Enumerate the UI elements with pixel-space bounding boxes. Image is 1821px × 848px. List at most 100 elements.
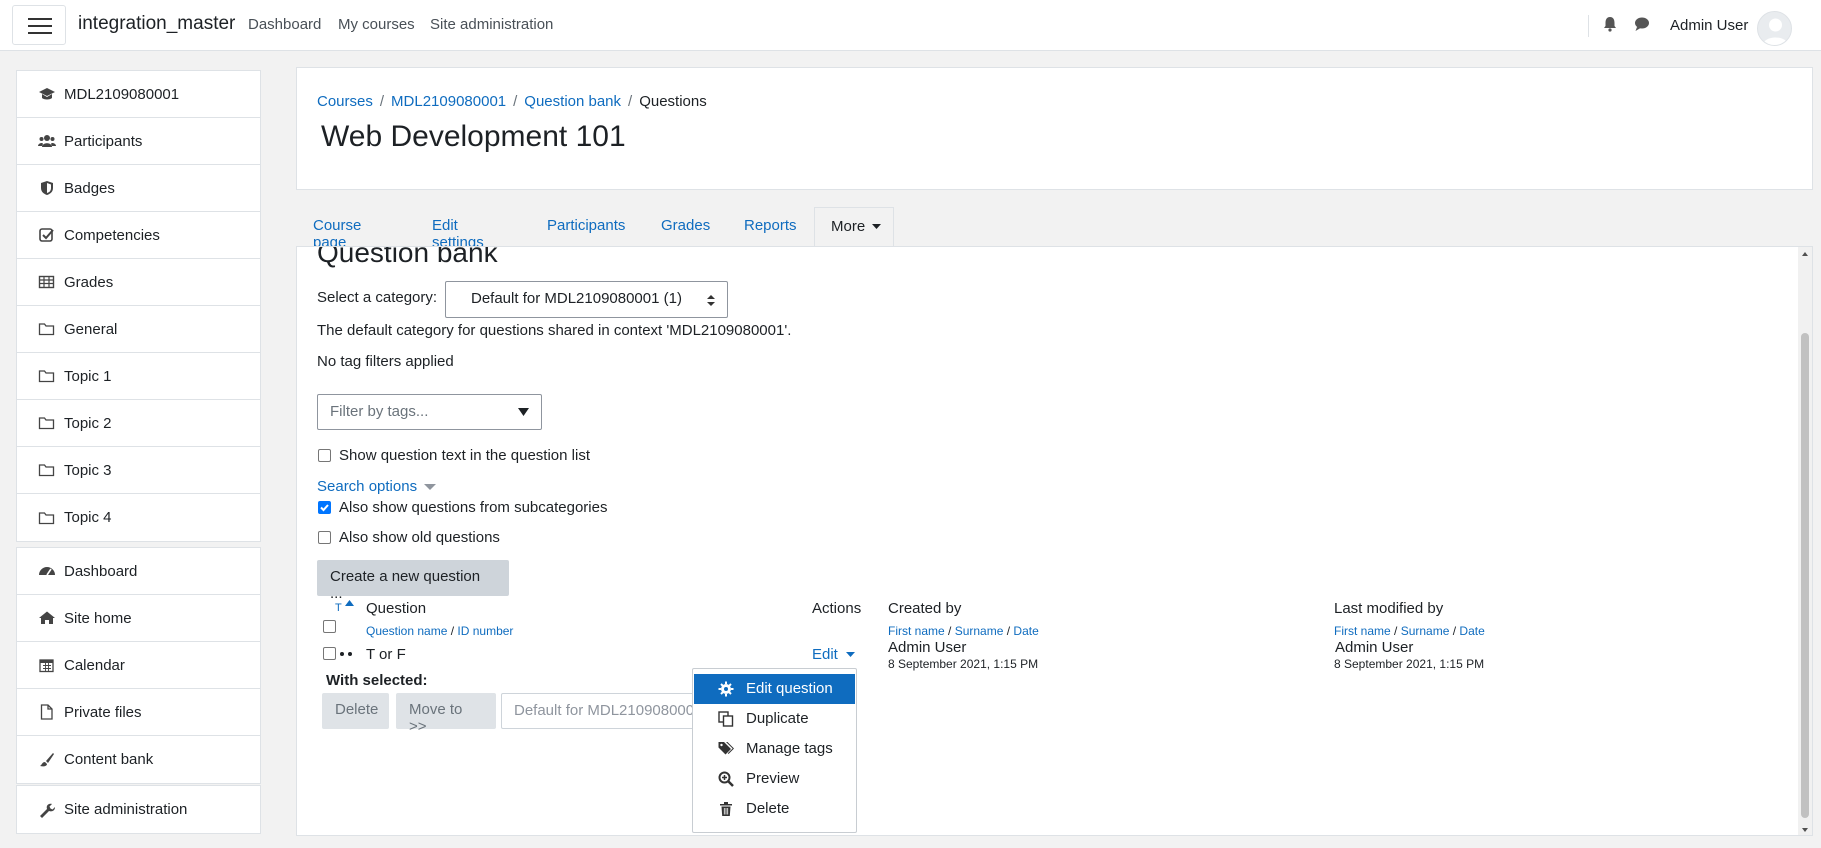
bulk-move-button[interactable]: Move to >>	[396, 693, 496, 735]
category-select-label: Select a category:	[317, 289, 438, 306]
scroll-down-icon[interactable]	[1798, 825, 1812, 835]
nav-link-dashboard[interactable]: Dashboard	[248, 16, 321, 33]
navbar-divider	[1588, 15, 1589, 37]
menu-item-preview[interactable]: Preview	[694, 764, 855, 794]
course-index-drawer: MDL2109080001 Participants Badges Compet…	[0, 51, 281, 848]
sidebar-item-label: Topic 4	[64, 509, 112, 526]
sort-id-number[interactable]: ID number	[457, 624, 513, 638]
sidebar-item-label: Site home	[64, 609, 132, 627]
scroll-up-icon[interactable]	[1798, 249, 1812, 259]
sidebar-admin-nav: Site administration	[16, 785, 261, 834]
subcategories-label: Also show questions from subcategories	[339, 499, 608, 516]
question-name: T or F	[366, 646, 406, 663]
menu-item-edit-question[interactable]: Edit question	[694, 674, 855, 704]
menu-item-manage-tags[interactable]: Manage tags	[694, 734, 855, 764]
folder-icon	[38, 511, 55, 524]
show-question-text-checkbox[interactable]	[318, 449, 331, 462]
triangle-down-icon[interactable]	[518, 408, 529, 416]
sidebar-item-private-files[interactable]: Private files	[17, 689, 260, 736]
breadcrumb-course[interactable]: MDL2109080001	[391, 93, 506, 110]
sidebar-item-calendar[interactable]: Calendar	[17, 642, 260, 689]
menu-toggle-button[interactable]	[12, 5, 66, 45]
graduation-cap-icon	[39, 88, 55, 100]
category-select[interactable]: Default for MDL2109080001 (1)	[445, 281, 728, 318]
row-select-checkbox[interactable]	[323, 647, 336, 660]
folder-icon	[38, 323, 55, 336]
sort-date[interactable]: Date	[1013, 624, 1038, 638]
search-options-toggle[interactable]: Search options	[317, 478, 437, 495]
sort-separator: /	[1449, 624, 1460, 638]
site-brand[interactable]: integration_master	[78, 13, 235, 35]
select-all-checkbox[interactable]	[323, 620, 336, 633]
edit-menu-label: Edit	[812, 646, 838, 663]
search-options-label: Search options	[317, 478, 418, 495]
sort-first-name[interactable]: First name	[888, 624, 945, 638]
sidebar-item-topic-3[interactable]: Topic 3	[17, 447, 260, 494]
caret-down-icon	[872, 224, 882, 230]
sort-surname[interactable]: Surname	[1401, 624, 1450, 638]
sidebar-item-topic-1[interactable]: Topic 1	[17, 353, 260, 400]
sidebar-item-competencies[interactable]: Competencies	[17, 212, 260, 259]
user-menu-name[interactable]: Admin User	[1670, 17, 1748, 34]
edit-menu-toggle[interactable]: Edit	[812, 646, 856, 663]
show-question-text-label: Show question text in the question list	[339, 447, 590, 464]
sort-question-name[interactable]: Question name	[366, 624, 447, 638]
breadcrumb-question-bank[interactable]: Question bank	[524, 93, 621, 110]
nav-link-site-administration[interactable]: Site administration	[430, 16, 553, 33]
category-select-value: Default for MDL2109080001 (1)	[471, 290, 682, 307]
bulk-delete-button[interactable]: Delete	[322, 693, 389, 729]
trash-icon	[720, 802, 732, 816]
sidebar-item-grades[interactable]: Grades	[17, 259, 260, 306]
check-square-icon	[39, 228, 54, 242]
sidebar-item-content-bank[interactable]: Content bank	[17, 736, 260, 783]
move-target-select[interactable]: Default for MDL2109080001 (1)	[501, 693, 716, 729]
menu-item-delete[interactable]: Delete	[694, 794, 855, 824]
question-action-menu: Edit question Duplicate Manage tags Prev…	[692, 668, 857, 833]
sidebar-item-dashboard[interactable]: Dashboard	[17, 548, 260, 595]
sort-separator: /	[944, 624, 955, 638]
scrollbar-thumb[interactable]	[1801, 333, 1809, 818]
menu-item-duplicate[interactable]: Duplicate	[694, 704, 855, 734]
nav-link-my-courses[interactable]: My courses	[338, 16, 415, 33]
sidebar-item-general[interactable]: General	[17, 306, 260, 353]
sidebar-item-badges[interactable]: Badges	[17, 165, 260, 212]
folder-icon	[38, 417, 55, 430]
sort-first-name[interactable]: First name	[1334, 624, 1391, 638]
shield-icon	[41, 181, 53, 195]
sidebar-item-label: Competencies	[64, 226, 160, 244]
sidebar-item-site-home[interactable]: Site home	[17, 595, 260, 642]
sidebar-course-nav: MDL2109080001 Participants Badges Compet…	[16, 70, 261, 542]
sidebar-item-site-administration[interactable]: Site administration	[17, 786, 260, 833]
create-question-button[interactable]: Create a new question ...	[317, 560, 509, 602]
content-scrollbar[interactable]	[1798, 247, 1812, 835]
checkmark-icon	[320, 504, 329, 512]
gear-icon	[718, 681, 734, 697]
tab-grades[interactable]: Grades	[661, 217, 710, 234]
sort-asc-icon	[345, 600, 354, 606]
sidebar-item-course[interactable]: MDL2109080001	[17, 71, 260, 118]
old-questions-checkbox[interactable]	[318, 531, 331, 544]
sidebar-item-topic-2[interactable]: Topic 2	[17, 400, 260, 447]
sort-date[interactable]: Date	[1459, 624, 1484, 638]
caret-down-icon	[846, 652, 856, 658]
wrench-icon	[40, 803, 55, 818]
tab-more[interactable]: More	[814, 207, 894, 247]
sidebar-item-label: Site administration	[64, 801, 188, 818]
bell-icon[interactable]	[1600, 14, 1620, 34]
menu-item-label: Manage tags	[746, 740, 833, 757]
tab-reports[interactable]: Reports	[744, 217, 797, 234]
type-sort-link[interactable]: T	[335, 600, 354, 614]
tag-filter-input[interactable]: Filter by tags...	[317, 394, 542, 430]
sort-surname[interactable]: Surname	[955, 624, 1004, 638]
avatar[interactable]	[1757, 11, 1792, 46]
tab-participants[interactable]: Participants	[547, 217, 625, 234]
chat-icon[interactable]	[1632, 14, 1652, 34]
sidebar-item-label: Content bank	[64, 751, 154, 768]
question-sort-links: Question name / ID number	[366, 622, 513, 639]
created-by-column-header: Created by	[888, 600, 962, 617]
breadcrumb-courses[interactable]: Courses	[317, 93, 373, 110]
subcategories-checkbox[interactable]	[318, 501, 331, 514]
tags-icon	[718, 742, 734, 755]
sidebar-item-topic-4[interactable]: Topic 4	[17, 494, 260, 541]
sidebar-item-participants[interactable]: Participants	[17, 118, 260, 165]
